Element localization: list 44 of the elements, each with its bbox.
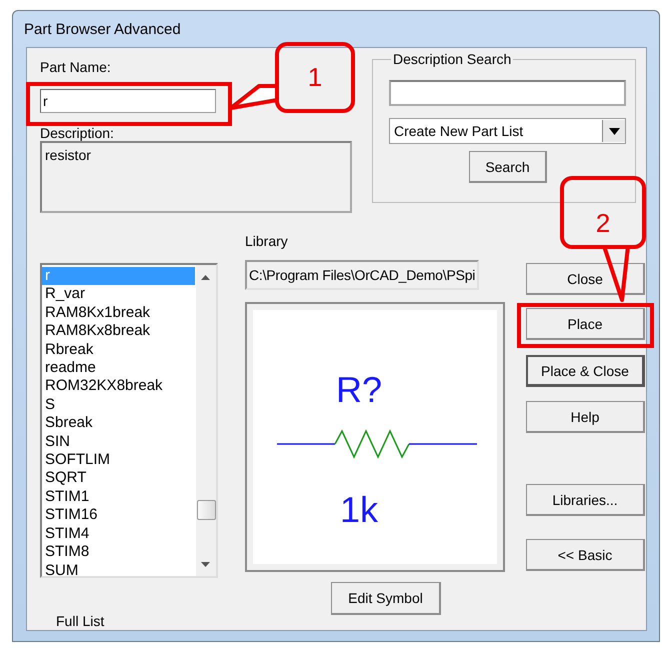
part-list-dropdown[interactable]: Create New Part List	[389, 118, 626, 144]
dialog-button[interactable]: Place	[526, 308, 645, 340]
search-button[interactable]: Search	[469, 151, 547, 183]
part-list-item[interactable]: SOFTLIM	[42, 451, 196, 470]
description-text: resistor	[40, 141, 352, 213]
dialog-button[interactable]: Place & Close	[526, 355, 645, 387]
scroll-down-icon[interactable]	[201, 562, 210, 567]
part-list-item[interactable]: readme	[42, 359, 196, 378]
group-title: Description Search	[392, 51, 512, 67]
dialog-button[interactable]: Libraries...	[526, 484, 645, 516]
reference-designator: R?	[336, 369, 382, 410]
description-search-field[interactable]	[389, 80, 626, 106]
library-path-field: C:\Program Files\OrCAD_Demo\PSpi	[245, 260, 480, 290]
part-list-item[interactable]: SUM	[42, 562, 196, 576]
callout-bubble: 2	[560, 176, 646, 249]
description-label: Description:	[40, 125, 114, 141]
part-list-item[interactable]: STIM4	[42, 524, 196, 544]
part-name-label: Part Name:	[40, 59, 111, 75]
part-list-item[interactable]: R_var	[42, 285, 196, 304]
part-list-item[interactable]: S	[42, 396, 196, 414]
full-list-label: Full List	[56, 613, 106, 629]
part-list-item[interactable]: SQRT	[42, 469, 196, 488]
dropdown-arrow-icon	[608, 128, 620, 134]
part-name-field[interactable]: r	[40, 89, 216, 113]
part-list-item[interactable]: RAM8Kx8break	[42, 322, 196, 341]
window-title: Part Browser Advanced	[24, 20, 181, 38]
edit-symbol-button[interactable]: Edit Symbol	[331, 582, 441, 615]
scroll-up-icon[interactable]	[201, 275, 210, 280]
part-list-item[interactable]: Rbreak	[42, 340, 196, 360]
dialog-button[interactable]: << Basic	[526, 539, 645, 571]
scrollbar[interactable]	[196, 265, 216, 576]
part-list-item[interactable]: ROM32KX8break	[42, 377, 196, 396]
resistor-value: 1k	[340, 489, 378, 530]
dialog-button[interactable]: Close	[526, 263, 645, 295]
part-list-item[interactable]: RAM8Kx1break	[42, 304, 196, 322]
part-list-item[interactable]: STIM8	[42, 543, 196, 562]
part-list-item[interactable]: STIM16	[42, 506, 196, 525]
part-list-item[interactable]: SIN	[42, 432, 196, 452]
callout-bubble: 1	[275, 42, 355, 113]
dialog-button[interactable]: Help	[526, 401, 645, 433]
part-list-item[interactable]: STIM1	[42, 488, 196, 506]
scroll-thumb[interactable]	[197, 500, 216, 520]
library-label: Library	[245, 233, 288, 249]
part-list-item[interactable]: Sbreak	[42, 414, 196, 433]
